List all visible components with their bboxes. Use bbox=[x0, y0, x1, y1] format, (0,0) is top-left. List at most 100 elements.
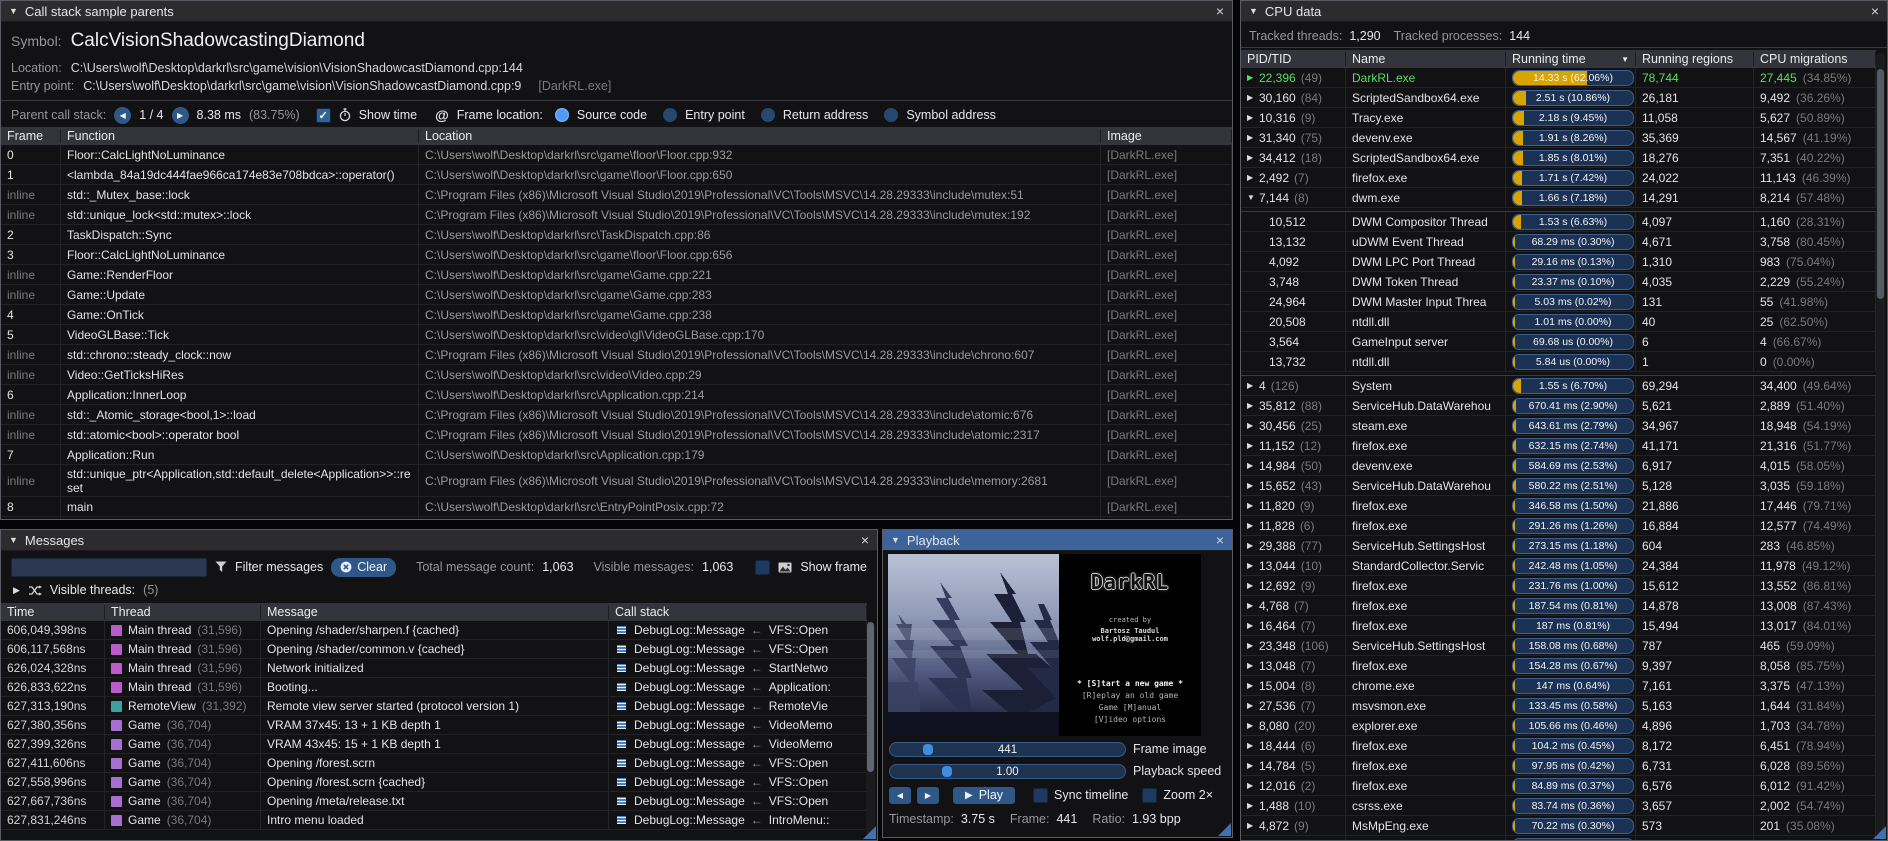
table-row[interactable]: ▶10,316(9)Tracy.exe2.18 s (9.45%)11,0585… bbox=[1241, 108, 1876, 128]
tree-expand-icon[interactable]: ▶ bbox=[1247, 821, 1259, 830]
table-row[interactable]: ▶16,464(7)firefox.exe187 ms (0.81%)15,49… bbox=[1241, 616, 1876, 636]
callstack-list-icon[interactable] bbox=[615, 662, 628, 674]
table-row[interactable]: ▶8,080(20)explorer.exe105.66 ms (0.46%)4… bbox=[1241, 716, 1876, 736]
radio-entry-point[interactable] bbox=[663, 108, 677, 122]
tree-expand-icon[interactable]: ▶ bbox=[1247, 661, 1259, 670]
cpu-scrollbar-handle[interactable] bbox=[1877, 69, 1884, 299]
callstack-titlebar[interactable]: ▼ Call stack sample parents × bbox=[1, 1, 1232, 22]
table-row[interactable]: 13,732ntdll.dll5.84 us (0.00%)10(0.00%) bbox=[1241, 352, 1876, 372]
table-row[interactable]: 627,411,606nsGame(36,704)Opening /forest… bbox=[1, 754, 867, 773]
callstack-list-icon[interactable] bbox=[615, 795, 628, 807]
table-row[interactable]: 606,049,398nsMain thread(31,596)Opening … bbox=[1, 621, 867, 640]
prev-frame-button[interactable]: ◀ bbox=[889, 787, 911, 804]
table-row[interactable]: ▶11,152(12)firefox.exe632.15 ms (2.74%)4… bbox=[1241, 436, 1876, 456]
collapse-icon[interactable]: ▼ bbox=[1249, 6, 1258, 16]
callstack-list-icon[interactable] bbox=[615, 814, 628, 826]
cpu-scrollbar-track[interactable] bbox=[1876, 53, 1885, 836]
col-thread[interactable]: Thread bbox=[105, 605, 261, 619]
table-row[interactable]: ▶13,048(7)firefox.exe154.28 ms (0.67%)9,… bbox=[1241, 656, 1876, 676]
tree-expand-icon[interactable]: ▶ bbox=[1247, 521, 1259, 530]
col-pid-tid[interactable]: PID/TID bbox=[1241, 52, 1346, 66]
table-row[interactable]: 627,399,326nsGame(36,704)VRAM 43x45: 15 … bbox=[1, 735, 867, 754]
collapse-icon[interactable]: ▼ bbox=[9, 535, 18, 545]
table-row[interactable]: ▶30,160(84)ScriptedSandbox64.exe2.51 s (… bbox=[1241, 88, 1876, 108]
table-row[interactable]: 626,833,622nsMain thread(31,596)Booting.… bbox=[1, 678, 867, 697]
tree-expand-icon[interactable]: ▶ bbox=[1247, 381, 1259, 390]
sync-timeline-checkbox[interactable] bbox=[1033, 788, 1048, 803]
tree-expand-icon[interactable]: ▶ bbox=[1247, 721, 1259, 730]
table-row[interactable]: ▶4(126)System1.55 s (6.70%)69,29434,400(… bbox=[1241, 376, 1876, 396]
col-function[interactable]: Function bbox=[61, 129, 419, 143]
table-row[interactable]: ▶1,488(10)csrss.exe83.74 ms (0.36%)3,657… bbox=[1241, 796, 1876, 816]
playback-titlebar[interactable]: ▼ Playback × bbox=[883, 530, 1232, 551]
col-name[interactable]: Name bbox=[1346, 52, 1506, 66]
table-row[interactable]: ▶4,768(7)firefox.exe187.54 ms (0.81%)14,… bbox=[1241, 596, 1876, 616]
table-row[interactable]: inlinestd::_Mutex_base::lockC:\Program F… bbox=[1, 185, 1232, 205]
table-row[interactable]: 3,564GameInput server69.68 us (0.00%)64(… bbox=[1241, 332, 1876, 352]
messages-table-header[interactable]: Time Thread Message Call stack bbox=[1, 603, 867, 621]
show-frame-checkbox[interactable] bbox=[755, 560, 770, 575]
table-row[interactable]: 0Floor::CalcLightNoLuminanceC:\Users\wol… bbox=[1, 145, 1232, 165]
resize-grip[interactable] bbox=[1873, 826, 1886, 839]
tree-expand-icon[interactable]: ▶ bbox=[1247, 621, 1259, 630]
table-row[interactable]: 3Floor::CalcLightNoLuminanceC:\Users\wol… bbox=[1, 245, 1232, 265]
tree-expand-icon[interactable]: ▶ bbox=[1247, 441, 1259, 450]
tree-expand-icon[interactable]: ▶ bbox=[1247, 113, 1259, 122]
tree-expand-icon[interactable]: ▶ bbox=[1247, 641, 1259, 650]
radio-return-address[interactable] bbox=[761, 108, 775, 122]
tree-expand-icon[interactable]: ▶ bbox=[1247, 153, 1259, 162]
col-time[interactable]: Time bbox=[1, 605, 105, 619]
col-cpu-migrations[interactable]: CPU migrations bbox=[1754, 52, 1876, 66]
next-frame-button[interactable]: ▶ bbox=[917, 787, 939, 804]
table-row[interactable]: 4,092DWM LPC Port Thread29.16 ms (0.13%)… bbox=[1241, 252, 1876, 272]
table-row[interactable]: ▶18,444(6)firefox.exe104.2 ms (0.45%)8,1… bbox=[1241, 736, 1876, 756]
table-row[interactable]: ▶15,004(8)chrome.exe147 ms (0.64%)7,1613… bbox=[1241, 676, 1876, 696]
table-row[interactable]: inlinestd::unique_ptr<Application,std::d… bbox=[1, 465, 1232, 497]
messages-titlebar[interactable]: ▼ Messages × bbox=[1, 530, 877, 551]
frame-image-slider[interactable]: 441 bbox=[889, 742, 1126, 757]
table-row[interactable]: 606,117,568nsMain thread(31,596)Opening … bbox=[1, 640, 867, 659]
table-row[interactable]: 10,512DWM Compositor Thread1.53 s (6.63%… bbox=[1241, 212, 1876, 232]
table-row[interactable]: 4Game::OnTickC:\Users\wolf\Desktop\darkr… bbox=[1, 305, 1232, 325]
table-row[interactable]: inlinestd::atomic<bool>::operator boolC:… bbox=[1, 425, 1232, 445]
filter-input[interactable] bbox=[11, 558, 207, 577]
table-row[interactable]: 627,831,246nsGame(36,704)Intro menu load… bbox=[1, 811, 867, 830]
table-row[interactable]: ▶12,016(2)firefox.exe84.89 ms (0.37%)6,5… bbox=[1241, 776, 1876, 796]
playback-speed-slider[interactable]: 1.00 bbox=[889, 764, 1126, 779]
tree-expand-icon[interactable]: ▶ bbox=[1247, 93, 1259, 102]
close-icon[interactable]: × bbox=[1871, 4, 1879, 18]
table-row[interactable]: 627,558,996nsGame(36,704)Opening /forest… bbox=[1, 773, 867, 792]
table-row[interactable]: 24,964DWM Master Input Threa5.03 ms (0.0… bbox=[1241, 292, 1876, 312]
table-row[interactable]: ▶30,456(25)steam.exe643.61 ms (2.79%)34,… bbox=[1241, 416, 1876, 436]
radio-symbol-address[interactable] bbox=[884, 108, 898, 122]
table-row[interactable]: inlineinvoke_maind:\agent\_work\63\s\src… bbox=[1, 517, 1232, 519]
play-button[interactable]: ▶ Play bbox=[953, 787, 1015, 804]
tree-expand-icon[interactable]: ▶ bbox=[1247, 761, 1259, 770]
table-row[interactable]: ▶11,820(9)firefox.exe346.58 ms (1.50%)21… bbox=[1241, 496, 1876, 516]
table-row[interactable]: 627,380,356nsGame(36,704)VRAM 37x45: 13 … bbox=[1, 716, 867, 735]
callstack-list-icon[interactable] bbox=[615, 776, 628, 788]
callstack-list-icon[interactable] bbox=[615, 624, 628, 636]
col-running-time[interactable]: Running time ▼ bbox=[1506, 52, 1636, 66]
col-callstack[interactable]: Call stack bbox=[609, 605, 867, 619]
table-row[interactable]: ▶2,492(7)firefox.exe1.71 s (7.42%)24,022… bbox=[1241, 168, 1876, 188]
table-row[interactable]: ▶22,396(49)DarkRL.exe14.33 s (62.06%)78,… bbox=[1241, 68, 1876, 88]
table-row[interactable]: inlinestd::unique_lock<std::mutex>::lock… bbox=[1, 205, 1232, 225]
tree-expand-icon[interactable]: ▼ bbox=[1247, 193, 1259, 202]
table-row[interactable]: ▶11,828(6)firefox.exe291.26 ms (1.26%)16… bbox=[1241, 516, 1876, 536]
table-row[interactable]: inlineGame::UpdateC:\Users\wolf\Desktop\… bbox=[1, 285, 1232, 305]
tree-expand-icon[interactable]: ▶ bbox=[1247, 541, 1259, 550]
collapse-icon[interactable]: ▼ bbox=[891, 535, 900, 545]
table-row[interactable]: inlineVideo::GetTicksHiResC:\Users\wolf\… bbox=[1, 365, 1232, 385]
col-image[interactable]: Image bbox=[1101, 129, 1232, 143]
prev-stack-button[interactable]: ◀ bbox=[114, 107, 131, 124]
callstack-list-icon[interactable] bbox=[615, 757, 628, 769]
callstack-list-icon[interactable] bbox=[615, 681, 628, 693]
table-row[interactable]: ▶35,812(88)ServiceHub.DataWarehou670.41 … bbox=[1241, 396, 1876, 416]
table-row[interactable]: ▶31,340(75)devenv.exe1.91 s (8.26%)35,36… bbox=[1241, 128, 1876, 148]
table-row[interactable]: ▶27,696(17)Microsoft.ServiceHub.Co48.06 … bbox=[1241, 836, 1876, 840]
table-row[interactable]: ▶27,536(7)msvsmon.exe133.45 ms (0.58%)5,… bbox=[1241, 696, 1876, 716]
col-running-regions[interactable]: Running regions bbox=[1636, 52, 1754, 66]
table-row[interactable]: ▶29,388(77)ServiceHub.SettingsHost273.15… bbox=[1241, 536, 1876, 556]
tree-expand-icon[interactable]: ▶ bbox=[1247, 133, 1259, 142]
